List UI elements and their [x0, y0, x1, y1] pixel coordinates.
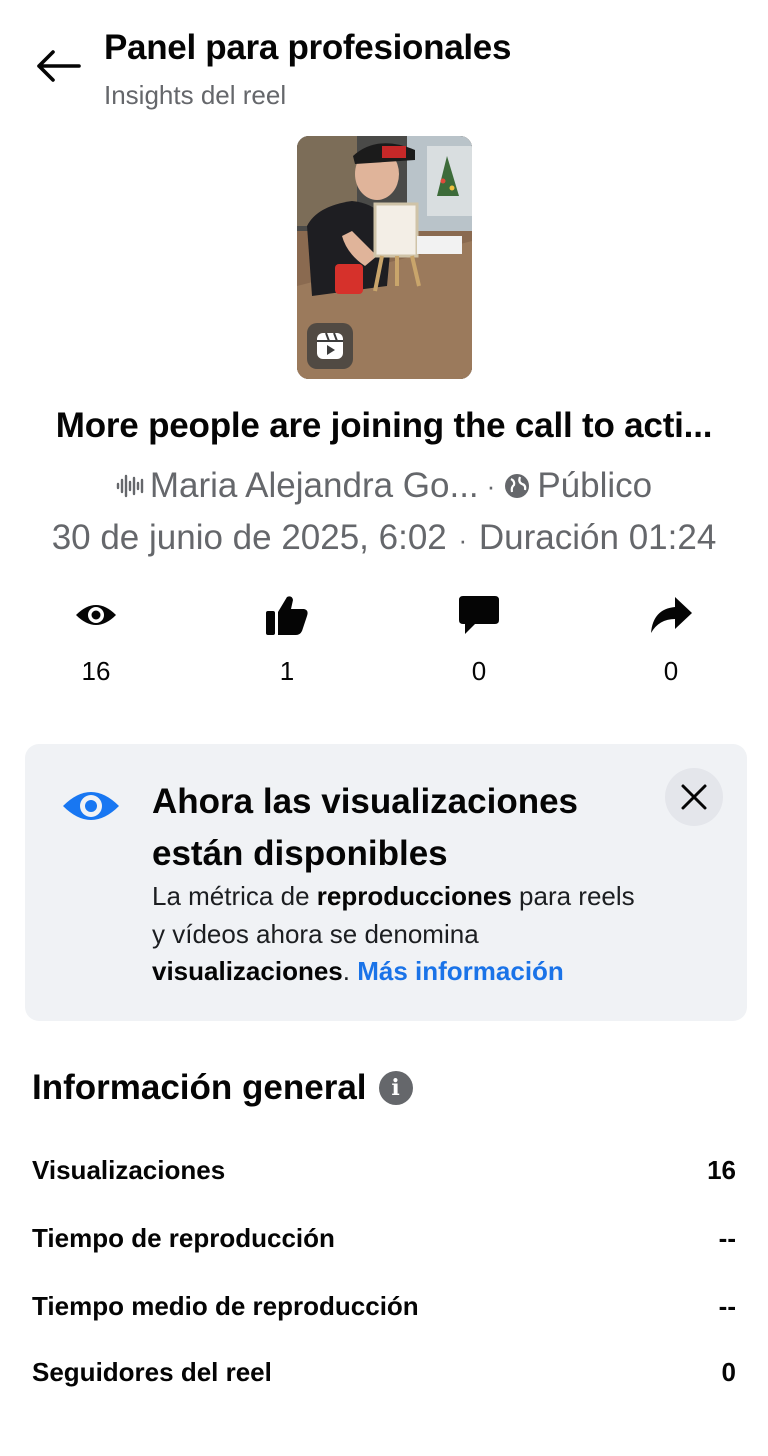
banner-title: Ahora las visualizaciones están disponib…: [152, 782, 579, 873]
reel-meta-author: Maria Alejandra Go... · Público: [0, 466, 768, 506]
metric-label: Tiempo de reproducción: [32, 1222, 335, 1253]
comments-count: 0: [471, 656, 487, 686]
author-name[interactable]: Maria Alejandra Go...: [150, 466, 479, 506]
metric-row-avg-watch-time: Tiempo medio de reproducción --: [32, 1286, 736, 1326]
metric-label: Tiempo medio de reproducción: [32, 1290, 419, 1321]
metric-row-watch-time: Tiempo de reproducción --: [32, 1218, 736, 1258]
separator-dot: ·: [458, 525, 468, 555]
more-info-link[interactable]: Más información: [357, 956, 564, 986]
overview-section-title: Información general i: [32, 1068, 413, 1108]
share-icon: [646, 590, 696, 640]
separator-dot: ·: [486, 470, 496, 501]
stat-likes[interactable]: 1: [227, 590, 347, 687]
views-count: 16: [81, 656, 111, 686]
metric-row-followers: Seguidores del reel 0: [32, 1352, 736, 1392]
comment-icon: [454, 590, 504, 640]
banner-text-bold: reproducciones: [316, 881, 512, 911]
page-subtitle: Insights del reel: [104, 80, 287, 110]
banner-text: La métrica de: [152, 881, 317, 911]
reel-thumbnail[interactable]: [297, 136, 472, 379]
back-arrow-icon: [37, 50, 81, 82]
header: Panel para profesionales Insights del re…: [0, 0, 768, 130]
duration-label: Duración 01:24: [478, 518, 717, 557]
stat-views[interactable]: 16: [36, 590, 156, 687]
metric-value: --: [718, 1290, 736, 1321]
metric-row-views: Visualizaciones 16: [32, 1150, 736, 1190]
likes-count: 1: [279, 656, 295, 686]
audience-label: Público: [537, 466, 653, 505]
reels-icon: [307, 323, 353, 369]
globe-icon: [505, 474, 530, 498]
metric-value: 0: [721, 1356, 736, 1387]
metric-value: --: [718, 1222, 736, 1253]
eye-icon: [61, 786, 121, 836]
stat-shares[interactable]: 0: [611, 590, 731, 687]
banner-text: .: [342, 956, 358, 986]
thumbs-up-icon: [262, 590, 312, 640]
reel-title: More people are joining the call to acti…: [55, 406, 713, 445]
eye-icon: [71, 590, 121, 640]
engagement-stats: 16 1 0 0: [0, 590, 768, 700]
publish-date: 30 de junio de 2025, 6:02: [51, 518, 447, 557]
reel-meta-date: 30 de junio de 2025, 6:02 · Duración 01:…: [0, 518, 768, 558]
back-button[interactable]: [30, 40, 86, 92]
banner-body: La métrica de reproducciones para reels …: [152, 878, 652, 991]
overview-title: Información general: [32, 1068, 367, 1107]
close-icon: [681, 784, 707, 810]
banner-text-bold: visualizaciones: [152, 956, 343, 986]
shares-count: 0: [663, 656, 679, 686]
close-banner-button[interactable]: [665, 768, 723, 826]
metric-label: Seguidores del reel: [32, 1356, 272, 1387]
views-announcement-banner: Ahora las visualizaciones están disponib…: [25, 744, 747, 1021]
audio-waveform-icon: [116, 474, 144, 498]
page-title: Panel para profesionales: [104, 28, 512, 67]
metric-value: 16: [707, 1154, 736, 1185]
info-icon[interactable]: i: [378, 1071, 413, 1105]
stat-comments[interactable]: 0: [419, 590, 539, 687]
metric-label: Visualizaciones: [32, 1154, 226, 1185]
